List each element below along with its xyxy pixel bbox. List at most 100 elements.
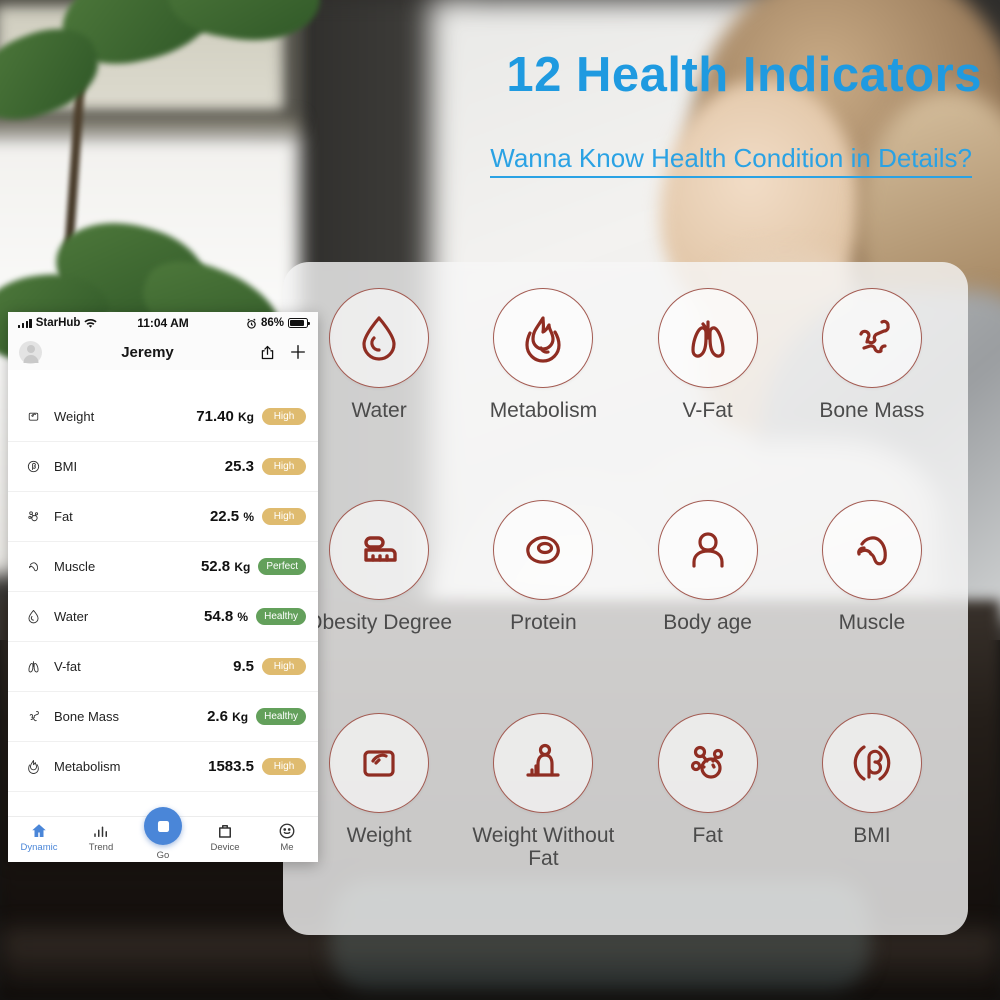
metric-value: 71.40 Kg	[196, 408, 254, 425]
user-name-title: Jeremy	[121, 343, 174, 361]
indicator-v-fat[interactable]: V-Fat	[626, 284, 790, 496]
indicator-bone-mass[interactable]: Bone Mass	[790, 284, 954, 496]
water-drop-icon	[329, 288, 430, 388]
indicator-water[interactable]: Water	[297, 284, 461, 496]
flexed-arm-icon	[821, 500, 922, 601]
metric-value: 2.6 Kg	[207, 708, 249, 725]
avatar[interactable]	[19, 340, 42, 364]
status-badge: High	[262, 758, 306, 775]
indicator-muscle[interactable]: Muscle	[790, 496, 954, 708]
indicator-label: Weight	[346, 823, 412, 847]
bones-icon	[20, 708, 46, 725]
tab-label: Go	[156, 850, 170, 861]
tab-label: Me	[280, 842, 294, 853]
indicator-protein[interactable]: Protein	[461, 496, 625, 708]
indicator-label: Metabolism	[489, 399, 598, 422]
body-chart-icon	[493, 712, 594, 813]
indicator-label: Weight Without Fat	[472, 823, 615, 871]
water-drop-icon	[20, 608, 46, 625]
status-badge: High	[262, 658, 306, 675]
table-row[interactable]: V-fat 9.5 High	[8, 642, 318, 692]
bar-chart-icon	[94, 826, 107, 837]
scale-icon	[329, 712, 430, 813]
tab-trend[interactable]: Trend	[70, 822, 132, 853]
table-row[interactable]: Metabolism 1583.5 High	[8, 742, 318, 792]
metric-value: 1583.5	[208, 758, 254, 775]
indicator-panel: Water Metabolism V-Fat Bone Mass Obesity…	[283, 262, 968, 935]
indicator-body-age[interactable]: Body age	[626, 496, 790, 708]
person-icon	[657, 500, 758, 601]
bones-icon	[821, 288, 922, 388]
tab-label: Device	[210, 842, 240, 853]
protein-cell-icon	[493, 500, 594, 601]
lungs-icon	[20, 658, 46, 675]
metric-name: Water	[54, 609, 89, 624]
indicator-obesity-degree[interactable]: Obesity Degree	[297, 496, 461, 708]
status-badge: Healthy	[256, 708, 306, 725]
indicator-fat[interactable]: Fat	[626, 709, 790, 921]
flame-icon	[493, 288, 594, 388]
table-row[interactable]: Water 54.8 % Healthy	[8, 592, 318, 642]
bottom-tab-bar: Dynamic Trend Go Device Me	[8, 807, 318, 862]
indicator-label: Protein	[510, 611, 577, 635]
fat-cells-icon	[657, 712, 758, 813]
metric-name: BMI	[54, 459, 78, 474]
metric-value: 54.8 %	[204, 608, 249, 625]
device-icon	[219, 825, 231, 838]
status-badge: High	[262, 458, 306, 475]
page-title: 12 Health Indicators	[506, 48, 982, 102]
metrics-list: Weight 71.40 Kg High BMI 25.3 High Fat 2…	[8, 370, 318, 792]
indicator-weight[interactable]: Weight	[297, 709, 461, 921]
status-bar: StarHub 11:04 AM 86%	[8, 312, 318, 334]
phone-app-screenshot: StarHub 11:04 AM 86% Jeremy Weight 71.40…	[8, 312, 318, 862]
flame-icon	[20, 758, 46, 775]
indicator-label: Obesity Degree	[306, 611, 453, 635]
table-row[interactable]: Bone Mass 2.6 Kg Healthy	[8, 692, 318, 742]
table-row[interactable]: BMI 25.3 High	[8, 442, 318, 492]
status-badge: High	[262, 408, 306, 425]
alarm-icon	[247, 318, 256, 329]
metric-value: 22.5 %	[209, 508, 254, 525]
indicator-label: V-Fat	[682, 399, 733, 422]
app-nav-bar: Jeremy	[8, 334, 318, 370]
flexed-arm-icon	[20, 558, 46, 575]
status-badge: Perfect	[258, 558, 306, 575]
bmi-beta-icon	[20, 458, 46, 475]
tab-device[interactable]: Device	[194, 822, 256, 853]
tab-dynamic[interactable]: Dynamic	[8, 822, 70, 853]
metric-name: Bone Mass	[54, 709, 120, 724]
indicator-label: BMI	[853, 823, 891, 847]
plus-icon[interactable]	[289, 343, 307, 361]
smiley-icon	[279, 823, 295, 839]
metric-name: Fat	[54, 509, 73, 524]
metric-name: Muscle	[54, 559, 96, 574]
carrier-label: StarHub	[35, 317, 81, 329]
table-row[interactable]: Muscle 52.8 Kg Perfect	[8, 542, 318, 592]
status-badge: Healthy	[256, 608, 306, 625]
lungs-icon	[657, 288, 758, 388]
go-button[interactable]	[144, 807, 182, 845]
table-row[interactable]: Fat 22.5 % High	[8, 492, 318, 542]
metric-value: 25.3	[224, 458, 254, 475]
obesity-blocks-icon	[329, 500, 430, 601]
tab-go[interactable]: Go	[132, 807, 194, 861]
metric-value: 52.8 Kg	[200, 558, 251, 575]
promo-banner: 12 Health Indicators Wanna Know Health C…	[0, 0, 1000, 1000]
scale-icon	[157, 820, 169, 832]
battery-icon	[288, 318, 311, 328]
battery-percent-label: 86%	[260, 317, 284, 329]
indicator-bmi[interactable]: BMI	[790, 709, 954, 921]
bmi-beta-icon	[821, 712, 922, 813]
tab-label: Trend	[88, 842, 114, 853]
indicator-metabolism[interactable]: Metabolism	[461, 284, 625, 496]
share-icon[interactable]	[259, 344, 276, 361]
signal-icon	[18, 318, 32, 328]
indicator-grid: Water Metabolism V-Fat Bone Mass Obesity…	[283, 262, 968, 935]
metric-value: 9.5	[233, 658, 254, 675]
scale-icon	[20, 408, 46, 425]
tab-me[interactable]: Me	[256, 822, 318, 853]
indicator-weight-without-fat[interactable]: Weight Without Fat	[461, 709, 625, 921]
clock-label: 11:04 AM	[137, 316, 189, 330]
wifi-icon	[84, 319, 98, 328]
table-row[interactable]: Weight 71.40 Kg High	[8, 392, 318, 442]
